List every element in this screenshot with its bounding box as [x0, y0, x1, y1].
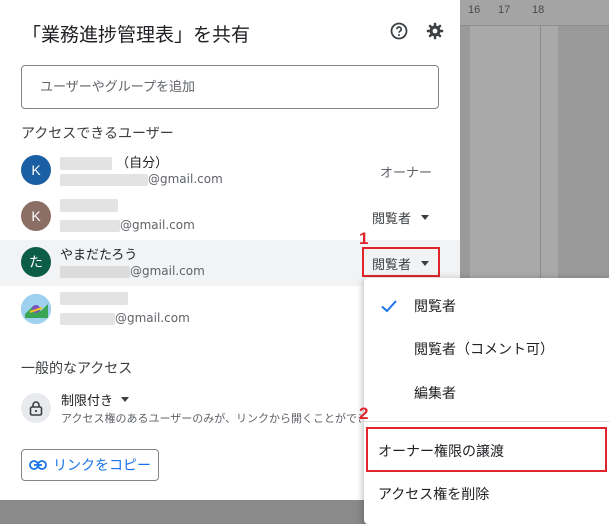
user-row-owner: K （自分） @gmail.com オーナー — [0, 148, 460, 194]
background-ruler: 16 17 18 — [460, 0, 609, 26]
copy-link-button[interactable]: リンクをコピー — [21, 449, 159, 481]
role-menu: 閲覧者 閲覧者（コメント可） 編集者 オーナー権限の譲渡 アクセス権を削除 — [364, 278, 609, 524]
step-number-1: 1 — [359, 229, 369, 248]
avatar — [21, 294, 51, 324]
lock-icon — [21, 393, 51, 423]
menu-item-label: アクセス権を削除 — [378, 487, 490, 503]
email-domain: @gmail.com — [120, 218, 195, 232]
restricted-description: アクセス権のあるユーザーのみが、リンクから開くことができ — [61, 412, 361, 425]
user-email: @gmail.com — [60, 218, 195, 232]
gear-icon[interactable] — [425, 21, 445, 41]
ruler-mark: 18 — [532, 4, 545, 16]
user-email: @gmail.com — [60, 311, 190, 325]
self-indicator: （自分） — [116, 156, 169, 171]
redacted-email — [60, 173, 148, 186]
dialog-title: 「業務進捗管理表」を共有 — [22, 24, 251, 46]
menu-item-label: 閲覧者 — [414, 299, 456, 315]
chevron-down-icon — [121, 397, 130, 402]
people-section-title: アクセスできるユーザー — [21, 126, 174, 142]
ruler-mark: 17 — [498, 4, 511, 16]
menu-item-viewer[interactable]: 閲覧者 — [364, 288, 609, 324]
redacted-email — [60, 219, 120, 232]
redacted-email — [60, 265, 130, 278]
general-access-dropdown[interactable]: 制限付き — [61, 390, 130, 409]
avatar: た — [21, 247, 51, 277]
user-name — [60, 291, 128, 306]
menu-item-commenter[interactable]: 閲覧者（コメント可） — [364, 331, 609, 367]
add-people-input[interactable] — [22, 66, 438, 108]
role-label-owner: オーナー — [379, 166, 432, 181]
redacted-name — [60, 199, 118, 212]
ruler-mark: 16 — [468, 4, 481, 16]
role-dropdown[interactable]: 閲覧者 — [364, 204, 437, 230]
step-highlight-2 — [366, 427, 607, 472]
user-row: K @gmail.com 閲覧者 — [0, 194, 460, 240]
add-people-field[interactable] — [21, 65, 439, 109]
general-access-title: 一般的なアクセス — [21, 361, 133, 377]
user-email: @gmail.com — [60, 264, 205, 278]
restricted-label: 制限付き — [61, 394, 114, 409]
link-icon — [29, 460, 47, 470]
avatar: K — [21, 155, 51, 185]
user-email: @gmail.com — [60, 172, 223, 186]
user-name — [60, 198, 118, 213]
redacted-name — [60, 292, 128, 305]
help-icon[interactable] — [389, 21, 409, 41]
redacted-name — [60, 157, 112, 170]
check-icon — [381, 300, 397, 313]
user-name: やまだたろう — [60, 248, 138, 263]
chevron-down-icon — [421, 214, 430, 220]
role-label: 閲覧者 — [372, 211, 412, 227]
menu-item-label: 閲覧者（コメント可） — [414, 342, 554, 358]
email-domain: @gmail.com — [115, 311, 190, 325]
email-domain: @gmail.com — [130, 264, 205, 278]
menu-divider — [364, 421, 609, 422]
menu-item-editor[interactable]: 編集者 — [364, 375, 609, 411]
step-highlight-1 — [362, 247, 440, 277]
avatar: K — [21, 201, 51, 231]
email-domain: @gmail.com — [148, 172, 223, 186]
step-number-2: 2 — [359, 404, 369, 423]
copy-link-label: リンクをコピー — [53, 458, 151, 474]
menu-item-remove-access[interactable]: アクセス権を削除 — [364, 476, 609, 512]
redacted-email — [60, 312, 115, 325]
user-name: （自分） — [60, 152, 168, 171]
menu-item-label: 編集者 — [414, 386, 456, 402]
